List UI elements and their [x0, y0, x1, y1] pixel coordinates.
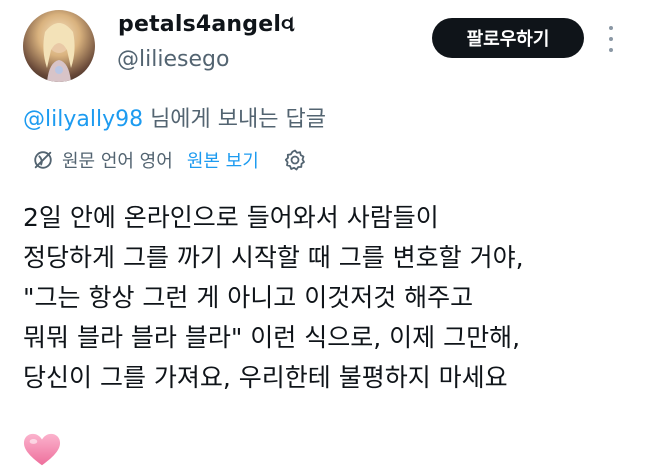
reply-mention-link[interactable]: @lilyally98 — [23, 107, 143, 132]
post-text: 2일 안에 온라인으로 들어와서 사람들이 정당하게 그를 까기 시작할 때 그… — [23, 198, 633, 398]
gear-icon[interactable] — [283, 148, 307, 172]
post-text-line: 정당하게 그를 까기 시작할 때 그를 변호할 거야, — [23, 243, 524, 272]
reply-context: @lilyally98 님에게 보내는 답글 — [23, 101, 326, 133]
author-display-name[interactable]: petals4angelવ — [118, 12, 295, 37]
avatar[interactable] — [23, 10, 95, 82]
follow-button[interactable]: 팔로우하기 — [432, 18, 584, 58]
avatar-image — [43, 23, 75, 82]
post-text-line: 당신이 그를 가져요, 우리한테 불평하지 마세요 — [23, 363, 508, 392]
translation-bar: 원문 언어 영어 원본 보기 — [32, 145, 307, 175]
show-original-link[interactable]: 원본 보기 — [187, 147, 259, 173]
post-text-line: 뭐뭐 블라 블라 블라" 이런 식으로, 이제 그만해, — [23, 323, 521, 352]
post-text-line: 2일 안에 온라인으로 들어와서 사람들이 — [23, 203, 439, 232]
reply-context-suffix: 님에게 보내는 답글 — [143, 107, 326, 132]
translate-globe-icon — [34, 151, 52, 169]
post-text-line: "그는 항상 그런 게 아니고 이것저것 해주고 — [23, 283, 474, 312]
author-handle[interactable]: @liliesego — [117, 47, 229, 72]
more-options-icon[interactable] — [603, 26, 619, 52]
source-language-label: 원문 언어 영어 — [62, 151, 173, 172]
pink-heart-icon — [23, 433, 61, 466]
